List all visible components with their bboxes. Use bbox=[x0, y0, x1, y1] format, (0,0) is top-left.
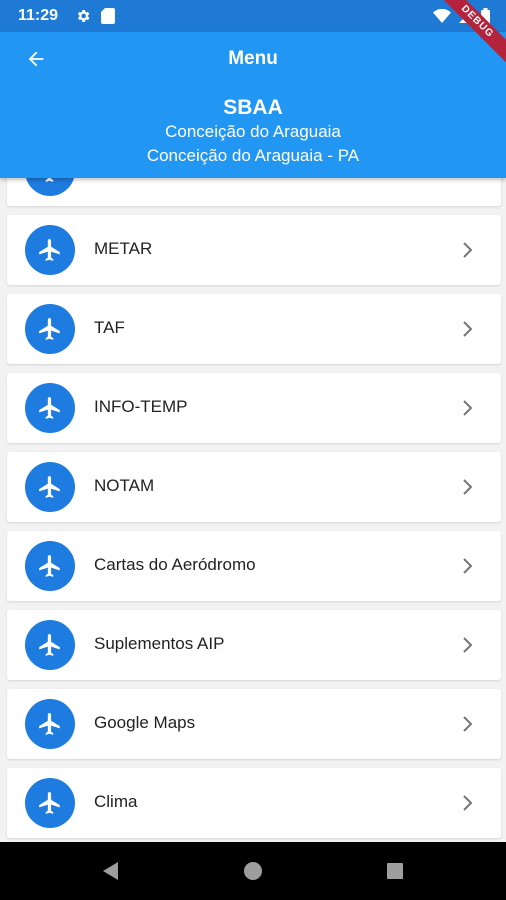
status-bar: 11:29 DEBUG bbox=[0, 0, 506, 67]
list-item-label: NOTAM bbox=[94, 476, 155, 495]
chevron-right-icon bbox=[463, 716, 473, 732]
airplane-icon bbox=[39, 476, 60, 498]
list-item[interactable]: INFO-TEMP bbox=[7, 373, 501, 443]
recents-square-icon[interactable] bbox=[384, 860, 406, 882]
menu-list: METAR TAF INFO-TEMP NOTAM Cartas do Aeró… bbox=[0, 178, 506, 842]
chevron-right-icon bbox=[463, 479, 473, 495]
list-item-label: METAR bbox=[94, 239, 153, 258]
aerodrome-city: Conceição do Araguaia bbox=[165, 122, 341, 141]
list-item[interactable]: TAF bbox=[7, 294, 501, 364]
avatar bbox=[25, 462, 75, 512]
airplane-icon bbox=[39, 555, 60, 577]
list-item-label: Cartas do Aeródromo bbox=[94, 555, 256, 574]
airplane-icon bbox=[39, 397, 60, 419]
list-item-label: Clima bbox=[94, 792, 138, 811]
avatar bbox=[25, 178, 75, 196]
status-icons-left bbox=[75, 8, 115, 24]
avatar bbox=[25, 541, 75, 591]
list-item[interactable]: METAR bbox=[7, 215, 501, 285]
back-triangle-icon[interactable] bbox=[100, 860, 122, 882]
wifi-icon bbox=[433, 9, 451, 23]
list-item[interactable] bbox=[7, 178, 501, 206]
airplane-icon bbox=[39, 792, 60, 814]
sd-card-icon bbox=[101, 8, 115, 24]
list-item[interactable]: Google Maps bbox=[7, 689, 501, 759]
list-item-label: Google Maps bbox=[94, 713, 196, 732]
page-title: Menu bbox=[228, 48, 278, 69]
list-item-label: INFO-TEMP bbox=[94, 397, 188, 416]
airplane-icon bbox=[39, 318, 60, 340]
status-time: 11:29 bbox=[18, 7, 59, 24]
app-bar: Menu SBAA Conceição do Araguaia Conceiçã… bbox=[0, 32, 506, 178]
chevron-right-icon bbox=[463, 795, 473, 811]
list-item[interactable]: Clima bbox=[7, 768, 501, 838]
avatar bbox=[25, 383, 75, 433]
home-circle-icon[interactable] bbox=[242, 860, 264, 882]
airplane-icon bbox=[45, 178, 54, 182]
list-item[interactable]: Suplementos AIP bbox=[7, 610, 501, 680]
list-item-label: TAF bbox=[94, 318, 125, 337]
list-item[interactable]: NOTAM bbox=[7, 452, 501, 522]
avatar bbox=[25, 699, 75, 749]
system-nav-bar bbox=[0, 842, 506, 900]
chevron-right-icon bbox=[463, 242, 473, 258]
list-item[interactable]: Cartas do Aeródromo bbox=[7, 531, 501, 601]
avatar bbox=[25, 225, 75, 275]
airplane-icon bbox=[39, 634, 60, 656]
avatar bbox=[25, 778, 75, 828]
chevron-right-icon bbox=[463, 558, 473, 574]
list-item-label: Suplementos AIP bbox=[94, 634, 225, 653]
chevron-right-icon bbox=[463, 637, 473, 653]
aerodrome-code: SBAA bbox=[223, 96, 283, 119]
airplane-icon bbox=[39, 713, 60, 735]
chevron-right-icon bbox=[463, 321, 473, 337]
chevron-right-icon bbox=[463, 400, 473, 416]
gear-icon bbox=[77, 10, 90, 22]
aerodrome-city-state: Conceição do Araguaia - PA bbox=[146, 146, 360, 165]
avatar bbox=[25, 304, 75, 354]
avatar bbox=[25, 620, 75, 670]
airplane-icon bbox=[39, 239, 60, 261]
